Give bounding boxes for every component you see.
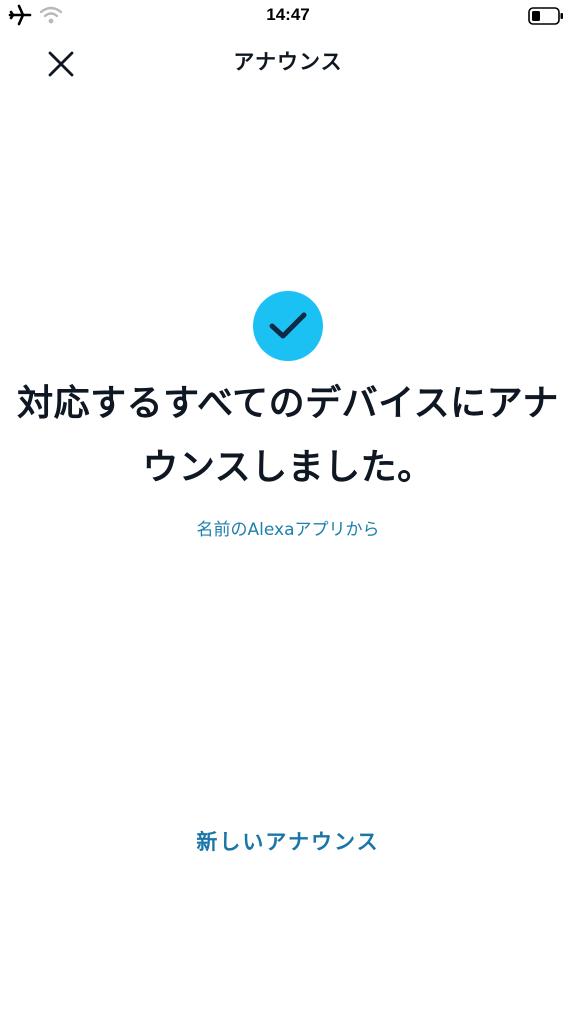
check-circle-icon [253, 291, 323, 361]
new-announcement-button[interactable]: 新しいアナウンス [0, 826, 576, 856]
status-time: 14:47 [266, 5, 310, 24]
sender-subtext: 名前のAlexaアプリから [196, 520, 380, 540]
status-bar: 14:47 [0, 0, 576, 34]
battery-icon [528, 7, 564, 29]
success-message: 対応するすべてのデバイスにアナウンスしました。 [17, 383, 559, 488]
header-title: アナウンス [233, 50, 343, 74]
header: アナウンス [0, 34, 576, 90]
